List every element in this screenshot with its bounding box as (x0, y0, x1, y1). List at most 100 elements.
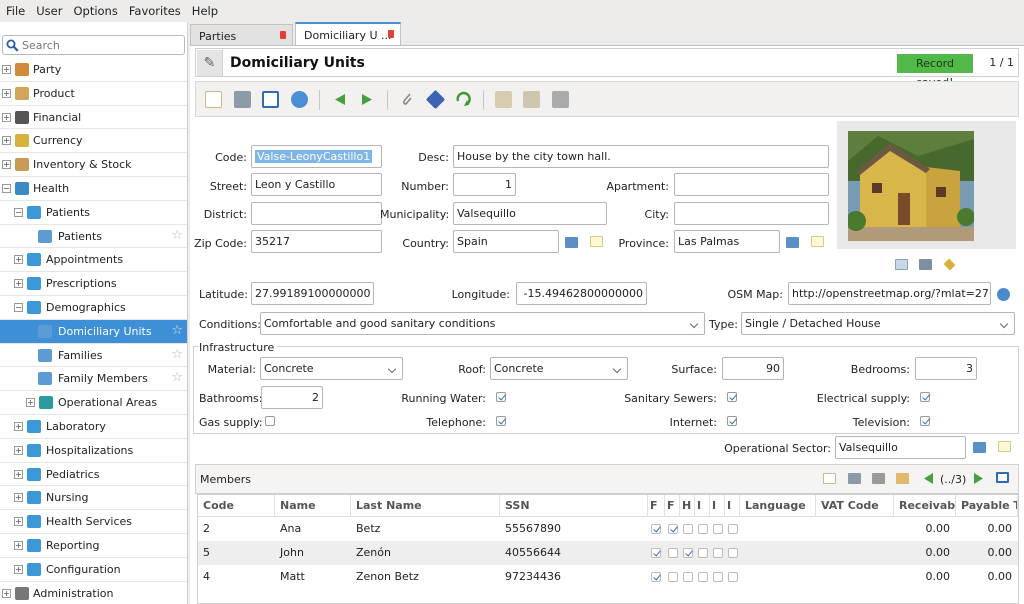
column-header[interactable]: VAT Code (816, 495, 894, 517)
tree-item-patients[interactable]: Patients ☆ (0, 225, 187, 249)
flag-checkbox[interactable] (683, 524, 693, 534)
expand-icon[interactable]: + (14, 564, 23, 574)
tree-item-inventory-stock[interactable]: + Inventory & Stock (0, 153, 187, 177)
collapse-icon[interactable]: − (14, 302, 23, 312)
close-tab-icon[interactable] (280, 31, 286, 39)
menu-help[interactable]: Help (192, 4, 218, 18)
save-member-icon[interactable] (848, 473, 861, 484)
expand-icon[interactable]: + (2, 65, 11, 74)
tree-item-reporting[interactable]: + Reporting (0, 534, 187, 558)
collapse-icon[interactable]: − (14, 207, 23, 217)
apartment-field[interactable] (674, 173, 829, 196)
osm-map-field[interactable]: http://openstreetmap.org/?mlat=27.99 (788, 282, 991, 305)
menu-favorites[interactable]: Favorites (129, 4, 181, 18)
expand-icon[interactable]: + (14, 421, 23, 431)
flag-checkbox[interactable] (713, 524, 723, 534)
column-header[interactable]: I (725, 495, 740, 517)
tree-item-administration[interactable]: + Administration (0, 582, 187, 604)
search-input[interactable]: Search (22, 39, 60, 52)
zip-code-field[interactable]: 35217 (251, 230, 382, 253)
city-field[interactable] (674, 202, 829, 225)
expand-icon[interactable]: + (14, 540, 23, 550)
relate-icon[interactable] (455, 91, 472, 108)
internet-checkbox[interactable] (727, 416, 737, 426)
flag-checkbox[interactable] (713, 548, 723, 558)
column-header[interactable]: SSN (500, 495, 648, 517)
expand-icon[interactable]: + (2, 88, 11, 98)
running-water-checkbox[interactable] (496, 392, 506, 402)
save-icon[interactable] (234, 91, 251, 108)
flag-checkbox[interactable] (651, 548, 661, 558)
column-header[interactable]: F (648, 495, 665, 517)
tree-item-demographics[interactable]: − Demographics (0, 296, 187, 320)
favorite-star-icon[interactable]: ☆ (171, 228, 183, 243)
menu-user[interactable]: User (36, 4, 62, 18)
open-province-icon[interactable] (811, 236, 824, 247)
municipality-field[interactable]: Valsequillo (453, 202, 607, 225)
search-country-icon[interactable] (565, 237, 578, 248)
expand-icon[interactable]: + (2, 136, 11, 146)
code-field[interactable]: Valse-LeonyCastillo1 (251, 145, 382, 168)
column-header[interactable]: Code (198, 495, 275, 517)
flag-checkbox[interactable] (728, 572, 738, 582)
tree-item-financial[interactable]: + Financial (0, 106, 187, 130)
favorite-star-icon[interactable]: ☆ (171, 323, 183, 338)
open-map-icon[interactable] (997, 288, 1010, 301)
collapse-icon[interactable]: − (2, 183, 11, 193)
tree-item-families[interactable]: Families ☆ (0, 344, 187, 368)
email-icon[interactable] (523, 91, 540, 108)
flag-checkbox[interactable] (683, 572, 693, 582)
column-header[interactable]: F (665, 495, 680, 517)
open-sector-icon[interactable] (998, 441, 1011, 452)
tree-item-party[interactable]: + Party (0, 58, 187, 82)
search-field[interactable]: Search (2, 35, 185, 55)
expand-icon[interactable]: + (14, 517, 23, 527)
expand-icon[interactable]: + (14, 493, 23, 503)
flag-checkbox[interactable] (668, 524, 678, 534)
roof-select[interactable]: Concrete (490, 357, 628, 380)
expand-icon[interactable]: + (14, 469, 23, 479)
latitude-field[interactable]: 27.99189100000000 (251, 282, 374, 305)
menu-options[interactable]: Options (73, 4, 117, 18)
telephone-checkbox[interactable] (496, 416, 506, 426)
tree-item-nursing[interactable]: + Nursing (0, 486, 187, 511)
bathrooms-field[interactable]: 2 (261, 386, 323, 409)
flag-checkbox[interactable] (668, 548, 678, 558)
expand-icon[interactable]: + (2, 588, 11, 598)
flag-checkbox[interactable] (713, 572, 723, 582)
open-country-icon[interactable] (590, 236, 603, 247)
tree-item-patients[interactable]: − Patients (0, 201, 187, 225)
flag-checkbox[interactable] (683, 548, 693, 558)
conditions-select[interactable]: Comfortable and good sanitary conditions (260, 312, 705, 335)
column-header[interactable]: Last Name (351, 495, 500, 517)
longitude-field[interactable]: -15.49462800000000 (516, 282, 647, 305)
expand-icon[interactable]: + (2, 160, 11, 170)
tree-item-appointments[interactable]: + Appointments (0, 248, 187, 273)
country-field[interactable]: Spain (453, 230, 559, 253)
next-page-icon[interactable] (972, 473, 985, 484)
province-field[interactable]: Las Palmas (674, 230, 780, 253)
street-field[interactable]: Leon y Castillo (251, 173, 382, 196)
table-row[interactable]: 5 John Zenón 40556644 0.00 0.00 (198, 541, 1018, 565)
bedrooms-field[interactable]: 3 (915, 357, 977, 380)
favorite-star-icon[interactable]: ☆ (171, 347, 183, 362)
favorite-star-icon[interactable]: ☆ (171, 370, 183, 385)
column-header[interactable]: Name (275, 495, 351, 517)
expand-icon[interactable]: + (14, 255, 23, 265)
material-select[interactable]: Concrete (260, 357, 403, 380)
previous-page-icon[interactable] (922, 473, 935, 484)
switch-view-icon[interactable] (262, 91, 279, 108)
tree-item-family-members[interactable]: Family Members ☆ (0, 367, 187, 392)
flag-checkbox[interactable] (698, 548, 708, 558)
tree-item-product[interactable]: + Product (0, 82, 187, 106)
gas-supply-checkbox[interactable] (265, 416, 275, 426)
action-icon[interactable] (425, 89, 446, 110)
tree-item-pediatrics[interactable]: + Pediatrics (0, 463, 187, 487)
district-field[interactable] (251, 202, 382, 225)
close-tab-icon[interactable] (388, 30, 394, 38)
undo-icon[interactable] (896, 473, 909, 484)
wrench-icon[interactable]: ✎ (197, 50, 223, 76)
column-header[interactable]: Receivabl (894, 495, 956, 517)
print-icon[interactable] (552, 91, 569, 108)
tree-item-currency[interactable]: + Currency (0, 129, 187, 154)
